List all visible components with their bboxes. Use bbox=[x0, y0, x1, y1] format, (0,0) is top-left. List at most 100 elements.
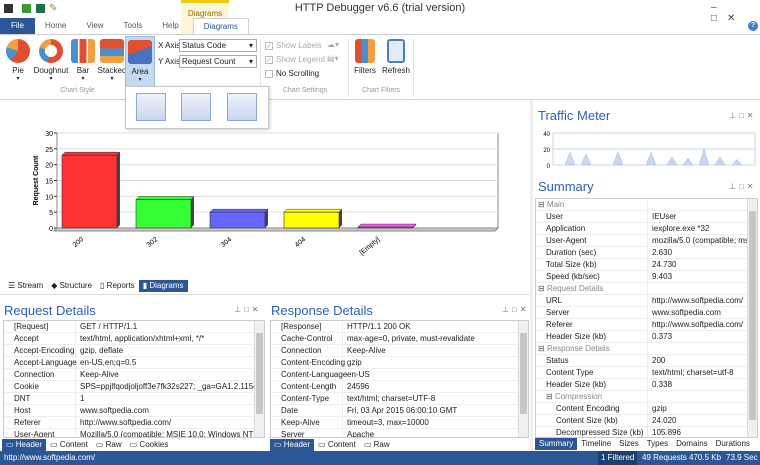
bar-[Empty] bbox=[357, 226, 414, 229]
x-axis-select[interactable]: Status Code bbox=[179, 39, 257, 52]
tab-view[interactable]: View bbox=[76, 18, 113, 34]
summary-title: Summary bbox=[538, 179, 594, 194]
tab-diagrams-view[interactable]: ▮ Diagrams bbox=[138, 280, 188, 292]
collapse-icon: ⊟ bbox=[538, 344, 547, 353]
tab-structure[interactable]: ◆ Structure bbox=[47, 280, 96, 292]
table-row[interactable]: Content-Language en-US bbox=[271, 369, 528, 381]
tab-0[interactable]: ▭ Header bbox=[2, 439, 47, 451]
tab-diagrams[interactable]: Diagrams bbox=[192, 18, 249, 34]
tab-2[interactable]: ▭ Raw bbox=[92, 439, 126, 451]
summary-key: User-Agent bbox=[536, 235, 648, 246]
x-tick-label: [Empty] bbox=[359, 236, 382, 257]
table-row[interactable]: Connection Keep-Alive bbox=[4, 369, 264, 381]
show-legend-checkbox[interactable]: ✓ Show Legend bbox=[265, 55, 325, 64]
tab-tools[interactable]: Tools bbox=[114, 18, 153, 34]
meter-y-tick: 0 bbox=[547, 164, 551, 170]
tab-1[interactable]: Timeline bbox=[577, 438, 615, 450]
table-row[interactable]: Accept-Encoding gzip, deflate bbox=[4, 345, 264, 357]
row-value: Fri, 03 Apr 2015 06:00:10 GMT bbox=[347, 406, 458, 415]
bar-button[interactable]: Bar ▾ bbox=[68, 39, 98, 82]
collapse-icon: ⊟ bbox=[538, 284, 547, 293]
table-row[interactable]: Host www.softpedia.com bbox=[4, 405, 264, 417]
show-labels-checkbox[interactable]: ✓ Show Labels bbox=[265, 41, 322, 50]
summary-value: http://www.softpedia.com/ bbox=[652, 296, 744, 305]
menu-tabs: File Home View Tools Help Diagrams bbox=[0, 18, 760, 34]
summary-key: Status bbox=[536, 355, 648, 366]
scrollbar[interactable] bbox=[518, 321, 528, 437]
panel-controls[interactable]: ⊥□✕ bbox=[729, 182, 757, 191]
table-row[interactable]: Accept-Language en-US,en;q=0.5 bbox=[4, 357, 264, 369]
summary-section[interactable]: ⊟ Request Details bbox=[536, 283, 757, 295]
row-key: Accept-Language bbox=[4, 357, 77, 368]
row-value: GET / HTTP/1.1 bbox=[80, 322, 138, 331]
status-url: http://www.softpedia.com/ bbox=[4, 453, 96, 462]
panel-controls[interactable]: ⊥□✕ bbox=[729, 111, 757, 120]
table-row[interactable]: Accept text/html, application/xhtml+xml, … bbox=[4, 333, 264, 345]
legend-style-icon[interactable]: ▤▾ bbox=[327, 54, 339, 63]
tab-0[interactable]: ▭ Header bbox=[270, 439, 315, 451]
panel-controls[interactable]: ⊥□✕ bbox=[502, 305, 530, 314]
scrollbar[interactable] bbox=[254, 321, 264, 437]
area-button[interactable]: Area ▾ bbox=[125, 36, 155, 87]
tab-4[interactable]: Domains bbox=[672, 438, 712, 450]
refresh-button[interactable]: Refresh bbox=[381, 39, 411, 75]
table-row[interactable]: User-Agent Mozilla/5.0 (compatible; MSIE … bbox=[4, 429, 264, 437]
table-row[interactable]: Content-Encoding gzip bbox=[271, 357, 528, 369]
tab-5[interactable]: Durations bbox=[712, 438, 754, 450]
tab-3[interactable]: ▭ Cookies bbox=[126, 439, 173, 451]
minimize-icon[interactable]: – bbox=[711, 2, 727, 13]
filters-button[interactable]: Filters bbox=[352, 39, 378, 75]
tab-help[interactable]: Help bbox=[152, 18, 188, 34]
area-3d-stacked-option[interactable] bbox=[227, 93, 257, 121]
table-row[interactable]: Content-Type text/html; charset=UTF-8 bbox=[271, 393, 528, 405]
area-3d-option[interactable] bbox=[181, 93, 211, 121]
y-axis-select[interactable]: Request Count bbox=[179, 55, 257, 68]
table-row[interactable]: Server Apache bbox=[271, 429, 528, 437]
tab-2[interactable]: Sizes bbox=[615, 438, 643, 450]
summary-section[interactable]: ⊟ Main bbox=[536, 199, 757, 211]
tab-1[interactable]: ▭ Content bbox=[46, 439, 92, 451]
label-style-icon[interactable]: ☁▾ bbox=[327, 40, 339, 49]
table-row[interactable]: [Request] GET / HTTP/1.1 bbox=[4, 321, 264, 333]
tab-home[interactable]: Home bbox=[35, 18, 76, 34]
row-value: HTTP/1.1 200 OK bbox=[347, 322, 411, 331]
tab-3[interactable]: Types bbox=[643, 438, 672, 450]
tab-2[interactable]: ▭ Raw bbox=[360, 439, 394, 451]
row-key: Content-Length bbox=[271, 381, 343, 392]
table-row[interactable]: Connection Keep-Alive bbox=[271, 345, 528, 357]
table-row[interactable]: Cache-Control max-age=0, private, must-re… bbox=[271, 333, 528, 345]
area-2d-option[interactable] bbox=[136, 93, 166, 121]
status-filtered[interactable]: 1 Filtered bbox=[598, 451, 638, 465]
tab-reports[interactable]: ▯ Reports bbox=[96, 280, 139, 292]
y-tick-label: 0 bbox=[49, 226, 53, 233]
summary-row: Content Size (kb) 24.020 bbox=[536, 415, 757, 427]
tab-0[interactable]: Summary bbox=[535, 438, 578, 450]
doughnut-button[interactable]: Doughnut ▾ bbox=[33, 39, 69, 82]
table-row[interactable]: Content-Length 24596 bbox=[271, 381, 528, 393]
summary-section[interactable]: ⊟ Compression bbox=[536, 391, 757, 403]
scrollbar[interactable] bbox=[747, 199, 757, 437]
tab-stream[interactable]: ☰ Stream bbox=[4, 280, 47, 292]
bar-302 bbox=[135, 199, 192, 229]
stacked-button[interactable]: Stacked ▾ bbox=[95, 39, 129, 82]
x-tick-label: 200 bbox=[72, 236, 86, 249]
summary-tabs: Summary Timeline Sizes Types Domains Duration… bbox=[535, 438, 754, 450]
tab-1[interactable]: ▭ Content bbox=[314, 439, 360, 451]
summary-key: Decompressed Size (kb) bbox=[536, 427, 648, 437]
request-details-title: Request Details bbox=[4, 303, 96, 318]
table-row[interactable]: Cookie SPS=ppjlfqodjoljoff3e7fk32s227; _g… bbox=[4, 381, 264, 393]
table-row[interactable]: Referer http://www.softpedia.com/ bbox=[4, 417, 264, 429]
table-row[interactable]: [Response] HTTP/1.1 200 OK bbox=[271, 321, 528, 333]
panel-controls[interactable]: ⊥□✕ bbox=[234, 305, 262, 314]
row-key: Content-Type bbox=[271, 393, 343, 404]
no-scrolling-checkbox[interactable]: No Scrolling bbox=[265, 69, 319, 78]
summary-value: 2.630 bbox=[652, 248, 673, 257]
summary-value: text/html; charset=utf-8 bbox=[652, 368, 734, 377]
table-row[interactable]: DNT 1 bbox=[4, 393, 264, 405]
tab-file[interactable]: File bbox=[0, 18, 35, 34]
summary-section[interactable]: ⊟ Response Details bbox=[536, 343, 757, 355]
table-row[interactable]: Keep-Alive timeout=3, max=10000 bbox=[271, 417, 528, 429]
table-row[interactable]: Date Fri, 03 Apr 2015 06:00:10 GMT bbox=[271, 405, 528, 417]
bar-200 bbox=[61, 154, 118, 229]
pie-button[interactable]: Pie ▾ bbox=[3, 39, 33, 82]
